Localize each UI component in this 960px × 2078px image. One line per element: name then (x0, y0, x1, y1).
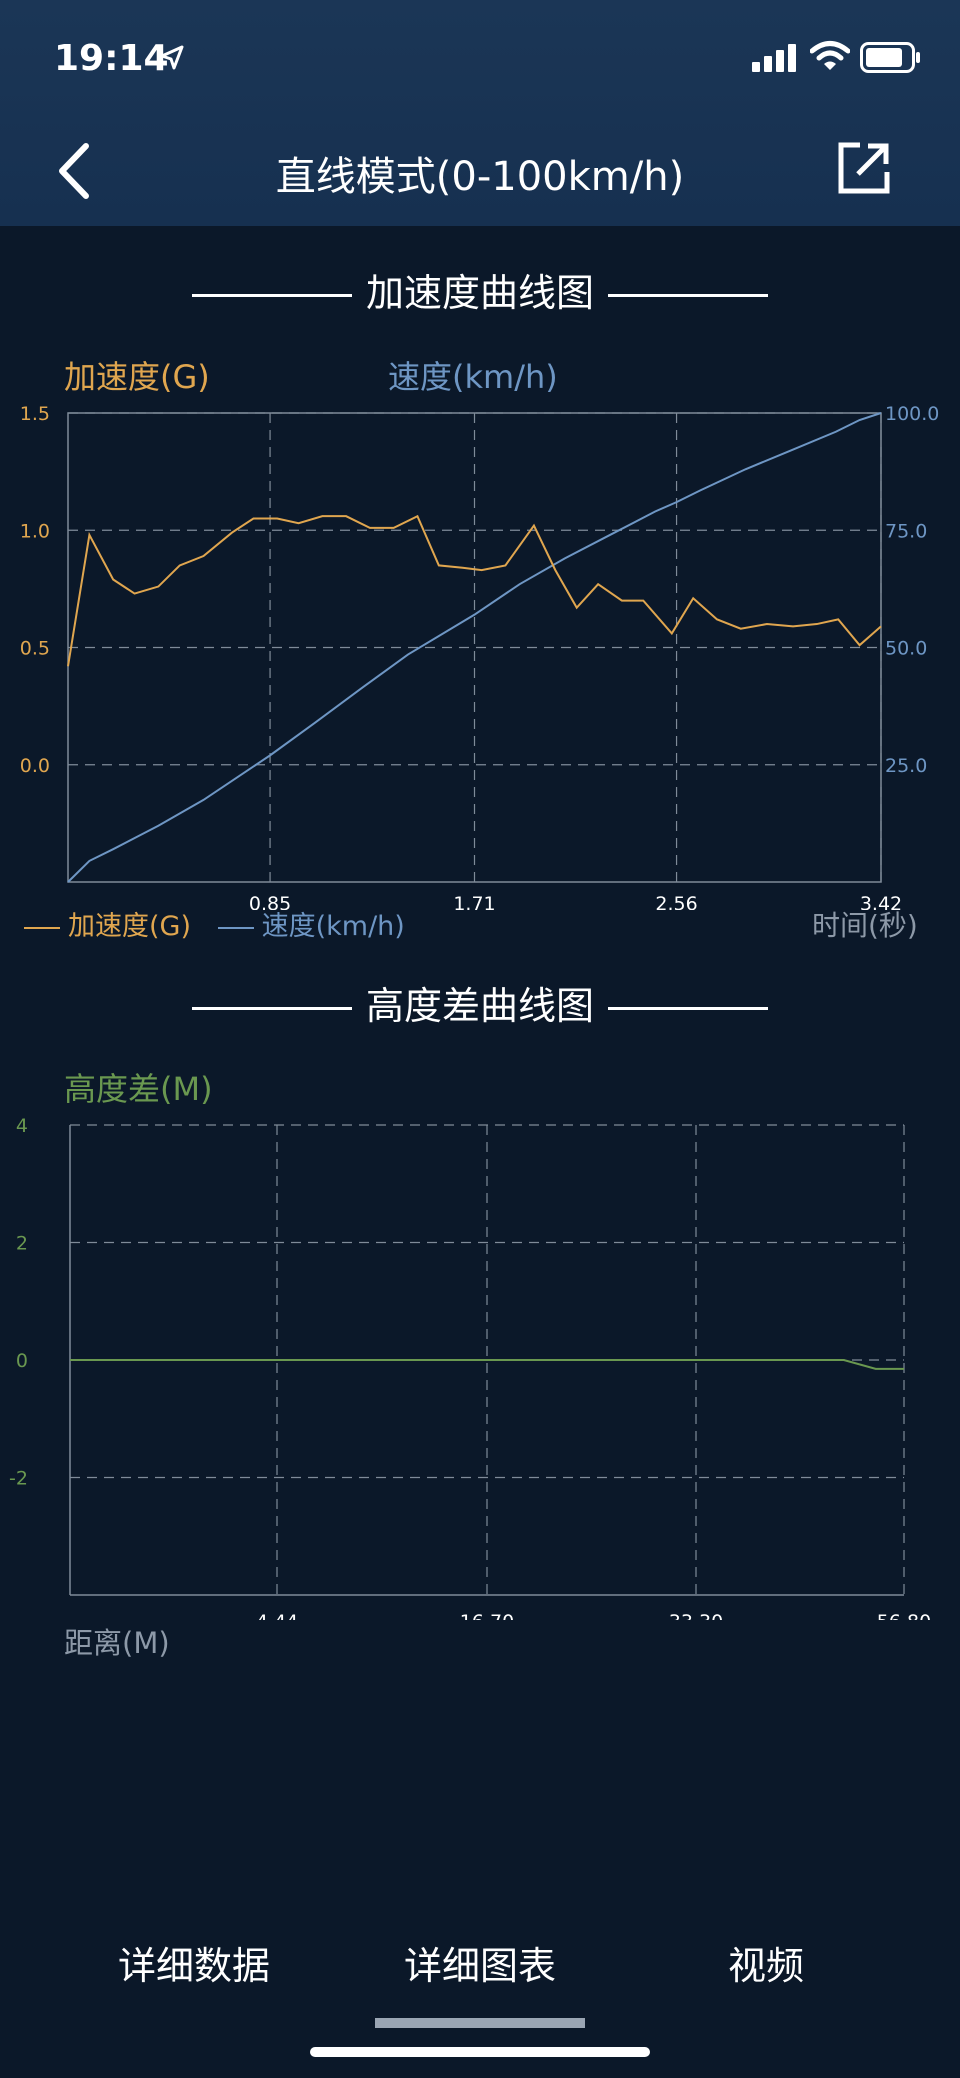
tab-detail-chart[interactable]: 详细图表 (360, 1935, 600, 1990)
distance-x-tick-label: 56.80 (877, 1611, 931, 1620)
accel-y-tick-label: 1.0 (20, 520, 50, 542)
distance-axis-label: 距离(M) (64, 1626, 170, 1660)
wifi-icon (810, 41, 850, 70)
accel-y-tick-label: 1.5 (20, 403, 50, 425)
title-rule-right (608, 294, 768, 297)
accel-section-title: 加速度曲线图 (0, 262, 960, 317)
time-axis-label: 时间(秒) (812, 909, 918, 942)
speed-y-tick-label: 100.0 (885, 403, 939, 425)
active-tab-indicator (375, 2018, 585, 2028)
signal-icon (752, 44, 796, 72)
accel-y-tick-label: 0.5 (20, 638, 50, 660)
height-section-title: 高度差曲线图 (0, 975, 960, 1030)
time-x-tick-label: 1.71 (453, 893, 495, 910)
legend-speed-swatch (217, 926, 254, 929)
height-y-tick-label: 0 (16, 1350, 28, 1372)
accel-section-title-text: 加速度曲线图 (365, 271, 594, 315)
height-chart: 4 2 0 -2 4.44 16.70 33.30 56.80 (9, 1115, 931, 1620)
accel-y-tick-label: 0.0 (20, 755, 50, 777)
height-section-title-text: 高度差曲线图 (365, 984, 594, 1028)
time-x-tick-label: 2.56 (655, 893, 697, 910)
height-y-tick-label: 2 (16, 1233, 28, 1255)
location-arrow-icon (160, 45, 184, 70)
tab-video[interactable]: 视频 (646, 1935, 886, 1990)
tab-detail-data[interactable]: 详细数据 (74, 1935, 314, 1990)
distance-x-tick-label: 33.30 (669, 1611, 723, 1620)
title-rule-left (191, 1007, 352, 1010)
height-y-tick-label: 4 (16, 1115, 28, 1137)
home-indicator (310, 2047, 650, 2057)
speed-y-tick-label: 50.0 (885, 638, 927, 660)
back-chevron-icon[interactable] (48, 138, 108, 208)
status-time: 19:14 (54, 38, 169, 79)
battery-icon (860, 42, 920, 73)
legend-accel-swatch (24, 926, 60, 929)
accel-chart: 1.51.00.50.0100.075.050.025.00.85 1.71 2.5… (20, 403, 940, 910)
speed-y-tick-label: 25.0 (885, 755, 927, 777)
title-rule-left (191, 294, 352, 297)
page-title: 直线模式(0-100km/h) (275, 154, 685, 200)
speed-y-tick-label: 75.0 (885, 520, 927, 542)
legend-accel-label: 加速度(G) (68, 911, 191, 942)
legend-speed-label: 速度(km/h) (261, 911, 405, 942)
distance-x-tick-label: 16.70 (460, 1611, 514, 1620)
bottom-tab-bar: 详细数据 详细图表 视频 (0, 1935, 960, 1995)
accel-legend: 加速度(G) 速度(km/h) (24, 904, 405, 943)
distance-x-tick-label: 4.44 (256, 1611, 298, 1620)
share-icon[interactable] (836, 140, 892, 196)
height-y-tick-label: -2 (9, 1468, 28, 1490)
title-rule-right (608, 1007, 768, 1010)
